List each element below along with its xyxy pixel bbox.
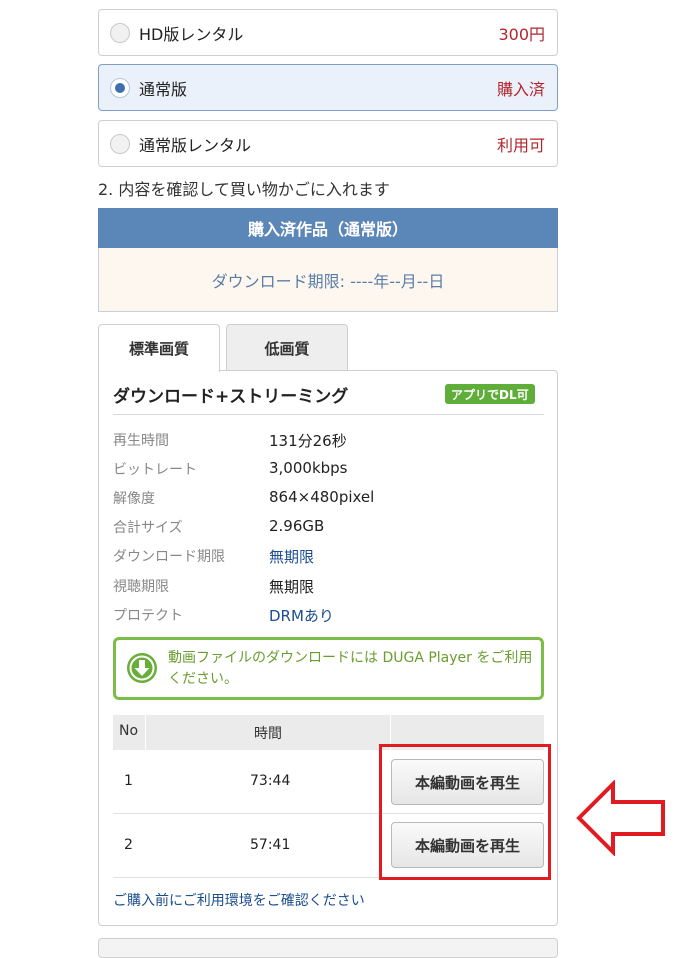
spec-value-resolution: 864×480pixel	[269, 488, 375, 506]
option-label: 通常版	[139, 79, 188, 99]
spec-key-size: 合計サイズ	[113, 520, 183, 536]
radio-hd-rental[interactable]	[110, 22, 130, 43]
spec-value-size: 2.96GB	[269, 517, 325, 535]
option-status: 利用可	[496, 135, 545, 155]
step-2-label: 2. 内容を確認して買い物かごに入れます	[98, 180, 390, 199]
notice-text: 動画ファイルのダウンロードには DUGA Player をご利用ください。	[168, 650, 533, 687]
spec-key-bitrate: ビットレート	[113, 462, 197, 478]
spec-key-resolution: 解像度	[113, 491, 155, 507]
row-1-no: 1	[124, 773, 133, 789]
spec-value-protect[interactable]: DRMあり	[269, 605, 334, 626]
header-time: 時間	[254, 726, 282, 742]
row-2-time: 57:41	[250, 837, 291, 853]
spec-value-download-period[interactable]: 無期限	[269, 546, 314, 567]
spec-value-view-period: 無期限	[269, 578, 315, 596]
tab-standard-quality[interactable]: 標準画質	[98, 324, 220, 372]
next-section	[98, 938, 558, 958]
divider	[113, 414, 544, 415]
spec-key-protect: プロテクト	[113, 608, 183, 624]
app-dl-badge: アプリでDL可	[445, 384, 535, 404]
header-separator	[145, 715, 146, 750]
spec-key-duration: 再生時間	[113, 433, 169, 449]
radio-standard-rental[interactable]	[110, 133, 130, 154]
option-hd-rental[interactable]: HD版レンタル 300円	[98, 9, 558, 56]
tab-low-quality[interactable]: 低画質	[226, 324, 348, 371]
option-standard-rental[interactable]: 通常版レンタル 利用可	[98, 120, 558, 167]
panel-title: ダウンロード+ストリーミング	[113, 387, 349, 407]
row-1-time: 73:44	[250, 773, 291, 789]
purchased-header: 購入済作品（通常版）	[98, 208, 558, 248]
option-label: HD版レンタル	[139, 24, 244, 44]
spec-key-download-period: ダウンロード期限	[113, 549, 225, 565]
arrow-left-outline-icon	[576, 780, 665, 856]
spec-value-duration: 131分26秒	[269, 432, 347, 450]
spec-value-bitrate: 3,000kbps	[269, 459, 348, 477]
radio-standard[interactable]	[110, 77, 130, 98]
download-circle-icon	[127, 653, 157, 683]
row-2-no: 2	[124, 837, 133, 853]
download-deadline: ダウンロード期限: ----年--月--日	[98, 248, 558, 312]
environment-check-link[interactable]: ご購入前にご利用環境をご確認ください	[113, 890, 365, 910]
option-label: 通常版レンタル	[139, 135, 252, 155]
highlight-box	[379, 744, 551, 880]
option-standard[interactable]: 通常版 購入済	[98, 64, 558, 111]
option-price: 300円	[498, 24, 545, 44]
spec-key-view-period: 視聴期限	[113, 579, 169, 595]
header-no: No	[119, 723, 139, 739]
option-status: 購入済	[496, 79, 545, 99]
